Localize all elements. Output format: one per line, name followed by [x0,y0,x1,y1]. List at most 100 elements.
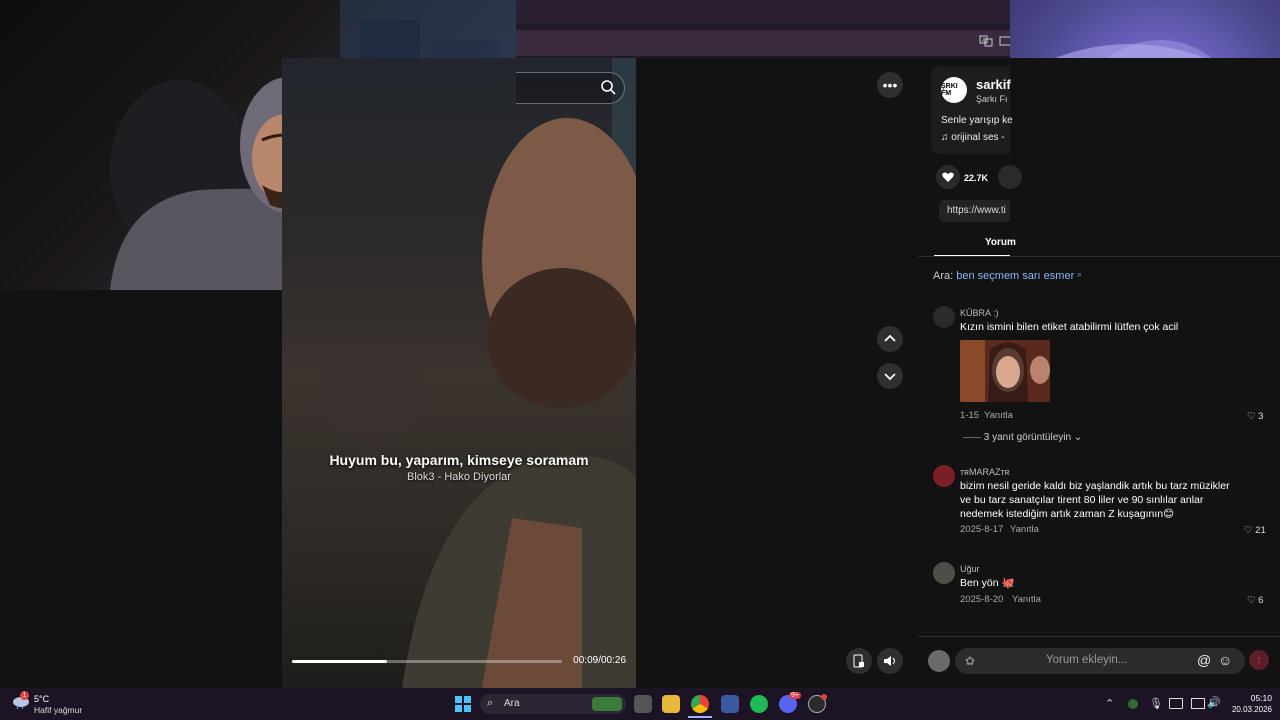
translate-icon[interactable]: A [979,34,993,48]
comment-avatar[interactable] [933,562,955,584]
search-icon[interactable] [600,79,616,100]
comment-like-count: 6 [1258,595,1264,606]
microphone-icon[interactable]: 🎙 [1149,697,1163,710]
avatar-logo-text: ŞRKI FM [941,83,958,97]
task-view-icon[interactable] [634,695,652,713]
more-options-button[interactable]: ••• [877,72,903,98]
tab-comments-label: Yorum [985,237,1016,248]
comment-like-count: 3 [1258,411,1264,422]
comment-username[interactable]: ᴛʀMARAZᴛʀ [960,467,1010,477]
author-avatar[interactable]: ŞRKI FM [941,77,967,103]
video-progress-bar[interactable] [292,660,562,663]
view-replies-label: 3 yanıt görüntüleyin [983,432,1072,443]
chevron-down-icon [884,373,896,381]
windows-start-icon[interactable] [455,696,471,712]
chevron-up-icon [884,334,896,342]
comment-attached-image[interactable] [960,340,1050,402]
comment-date: 1-15 [960,410,980,421]
my-avatar[interactable] [928,650,950,672]
author-name[interactable]: sarkif [976,77,1011,92]
network-icon[interactable] [1191,698,1205,709]
taskbar-search[interactable]: ⌕ Ara [480,694,626,714]
comment-avatar[interactable] [933,465,955,487]
comment-input[interactable]: ✿ Yorum ekleyin... @ ☺ [955,648,1245,674]
browser-address-bar[interactable] [516,30,1010,56]
heart-outline-icon: ♡ [1247,595,1256,606]
reply-button[interactable]: Yanıtla [1012,594,1041,605]
previous-video-button[interactable] [877,326,903,352]
search-suggestion-prefix: Ara: [933,270,954,282]
volume-button[interactable] [877,648,903,674]
comment-date: 2025-8-17 [960,524,1004,535]
file-explorer-icon[interactable] [662,695,680,713]
search-icon: ⌕ [487,697,494,709]
miniplayer-button[interactable] [846,648,872,674]
copy-link-field[interactable]: https://www.ti [939,200,1010,222]
comment-like[interactable]: ♡ 21 [1244,525,1266,536]
video-caption-subtitle: Blok3 - Hako Diyorlar [407,471,511,483]
keyboard-icon[interactable] [1169,698,1183,709]
clock-time[interactable]: 05:10 [1236,693,1272,703]
chevron-up-icon[interactable]: ⌃ [1105,697,1114,710]
weather-temp: 5°C [34,694,50,704]
divider [918,256,1280,257]
comment-username[interactable]: Uğur [960,564,980,574]
comment-username[interactable]: KÜBRA :) [960,308,999,318]
video-description: Senle yarışıp ke [941,115,1013,126]
clock-date[interactable]: 20.03.2026 [1222,705,1272,714]
view-replies-button[interactable]: 3 yanıt görüntüleyin ⌄ [963,432,1082,443]
heart-outline-icon: ♡ [1247,411,1256,422]
video-player[interactable] [282,58,636,688]
arrow-up-icon: ↑ [1256,654,1262,666]
active-app-indicator [688,716,712,718]
mention-icon[interactable]: @ [1197,652,1211,668]
app-icon[interactable] [721,695,739,713]
video-link: https://www.ti [947,205,1006,216]
comment-count-button[interactable] [998,165,1022,189]
weather-desc: Hafif yağmur [34,705,83,715]
music-note-icon: ♫ [941,132,949,143]
send-comment-button[interactable]: ↑ [1249,650,1269,670]
search-bar[interactable] [516,72,625,104]
reply-button[interactable]: Yanıtla [984,410,1013,421]
next-video-button[interactable] [877,363,903,389]
weather-badge: 1 [20,691,29,700]
author-handle: Şarkı Fı [976,94,1008,104]
video-caption-title: Huyum bu, yaparım, kimseye soramam [329,452,589,468]
comment-like-count: 21 [1255,525,1266,536]
like-button[interactable] [936,165,960,189]
replies-line [963,436,981,438]
comment-text: Ben yön 🐙 [960,577,1015,589]
comment-date: 2025-8-20 [960,594,1004,605]
speaker-icon [884,656,895,666]
browser-title-bar [516,0,1010,24]
chevron-down-icon: ⌄ [1073,432,1083,443]
reply-button[interactable]: Yanıtla [1010,524,1039,535]
sound-name: orijinal ses - [951,132,1005,143]
comment-input-placeholder: Yorum ekleyin... [1046,654,1128,666]
search-suggestion-icon: ⌕ [1077,270,1082,279]
miniplayer-icon [853,654,864,668]
more-icon: ••• [882,77,898,93]
sticker-icon[interactable]: ✿ [965,654,975,668]
heart-icon [942,172,954,182]
chrome-icon[interactable] [691,695,709,713]
video-time: 00:09/00:26 [573,655,626,666]
sound-row[interactable]: ♫ orijinal ses - [941,132,1005,143]
emoji-icon[interactable]: ☺ [1218,652,1232,668]
like-count: 22.7K [964,173,989,183]
search-suggestion-query: ben seçmem sarı esmer [956,270,1075,282]
comment-avatar[interactable] [933,306,955,328]
recording-indicator [821,694,827,700]
comment-like[interactable]: ♡ 3 [1247,411,1263,422]
tab-comments[interactable]: Yorum [934,235,1016,256]
volume-icon[interactable]: 🔊 [1207,696,1221,709]
comment-text: Kızın ismini bilen etiket atabilirmi lüt… [960,321,1179,333]
comment-like[interactable]: ♡ 6 [1247,595,1263,606]
tray-app-icon[interactable] [1128,699,1138,709]
search-highlight-icon [592,697,622,711]
heart-outline-icon: ♡ [1244,525,1253,536]
spotify-icon[interactable] [750,695,768,713]
search-suggestion[interactable]: Ara: ben seçmem sarı esmer ⌕ [933,270,1082,282]
comment-text: bizim nesil geride kaldı biz yaşlandik a… [960,480,1230,520]
